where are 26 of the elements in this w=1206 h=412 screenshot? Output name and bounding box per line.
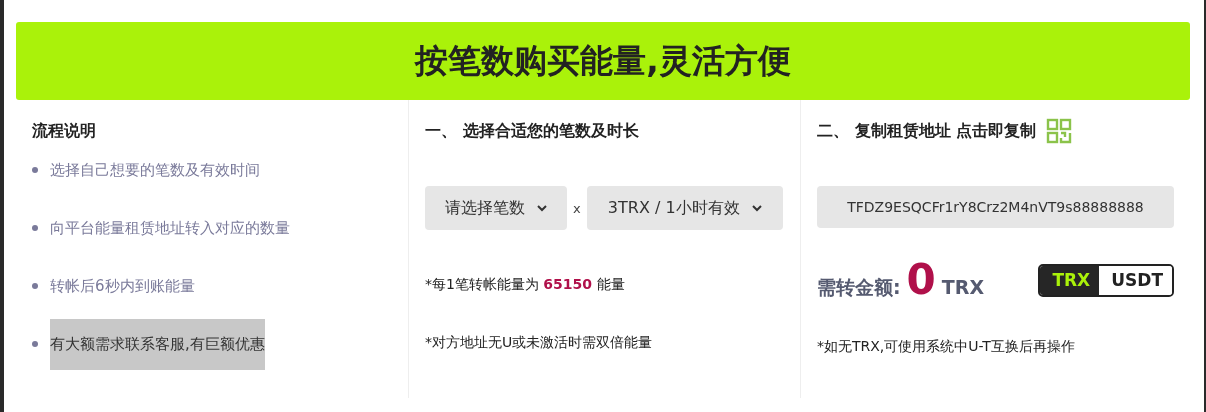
duration-select[interactable]: 3TRX / 1小时有效 xyxy=(586,186,783,230)
section-title: 一、 选择合适您的笔数及时长 xyxy=(425,120,640,142)
amount-value: 0 xyxy=(906,259,936,301)
step-text: 转帐后6秒内到账能量 xyxy=(50,276,195,296)
bullet-dot xyxy=(32,167,38,173)
step-text: 向平台能量租赁地址转入对应的数量 xyxy=(50,218,290,238)
bullet-dot xyxy=(32,283,38,289)
note-text: *如无TRX,可使用系统中U-T互换后再操作 xyxy=(817,338,1076,356)
banner-title: 按笔数购买能量,灵活方便 xyxy=(415,39,791,82)
chevron-down-icon xyxy=(537,204,547,212)
times-sign: x xyxy=(573,200,581,216)
section-title: 二、 复制租赁地址 点击即复制 xyxy=(817,120,1037,142)
currency-option[interactable]: TRX xyxy=(1040,265,1100,295)
note-text: *对方地址无U或未激活时需双倍能量 xyxy=(425,334,654,352)
amount-label: 需转金额: xyxy=(817,275,901,300)
bullet-dot xyxy=(32,225,38,231)
step-text: 选择自己想要的笔数及有效时间 xyxy=(50,160,260,180)
count-select[interactable]: 请选择笔数 xyxy=(425,186,567,230)
chevron-down-icon xyxy=(751,204,762,212)
amount-unit: TRX xyxy=(941,276,985,298)
address-field[interactable]: TFDZ9ESQCFr1rY8Crz2M4nVT9s88888888 xyxy=(817,186,1174,228)
section-title: 流程说明 xyxy=(32,120,97,142)
note-text: *每1笔转帐能量为 65150 能量 xyxy=(425,276,626,294)
bullet-dot xyxy=(32,341,38,347)
step-text: 有大额需求联系客服,有巨额优惠 xyxy=(50,318,265,370)
qr-code-icon[interactable] xyxy=(1046,118,1073,144)
